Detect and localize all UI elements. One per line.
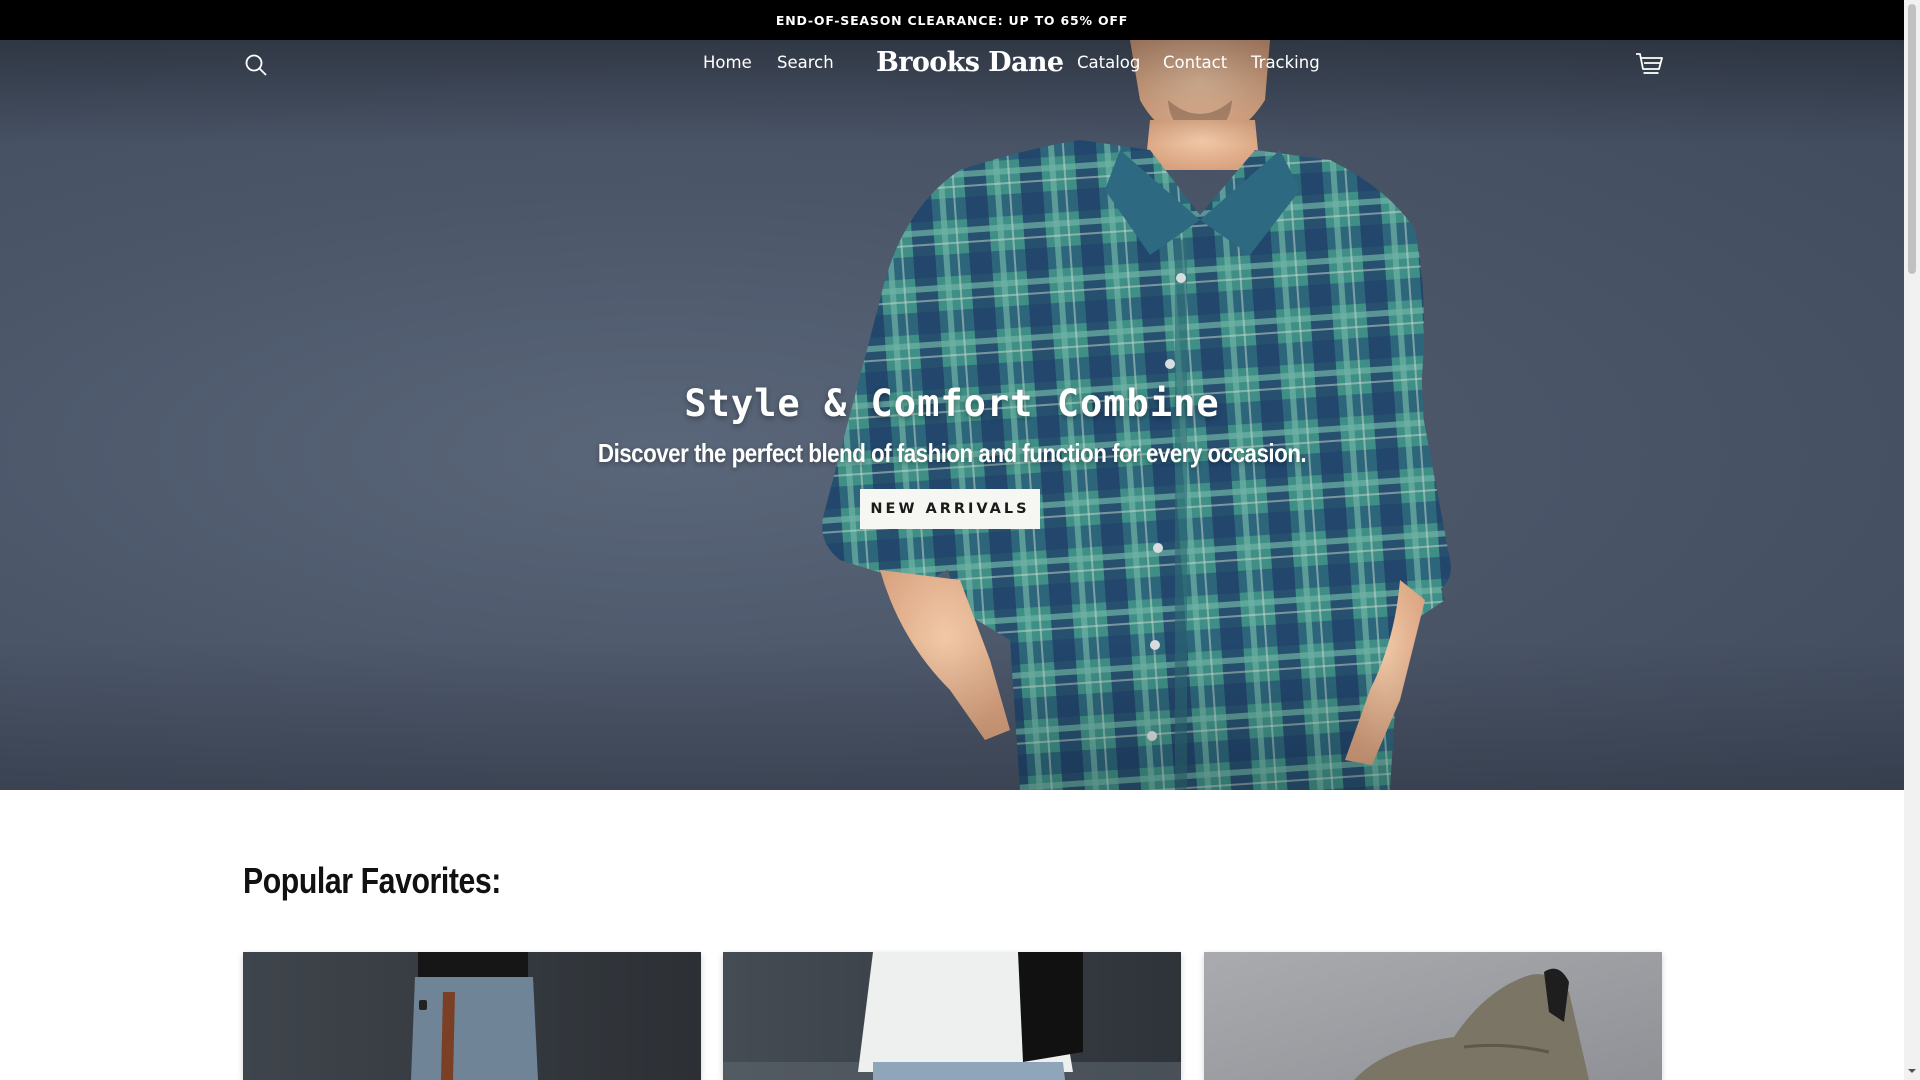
product-card-3[interactable] bbox=[1204, 952, 1662, 1080]
scroll-down-icon[interactable] bbox=[1907, 1066, 1917, 1076]
site-header: Home Search Brooks Dane Catalog Contact … bbox=[0, 40, 1904, 90]
section-title: Popular Favorites: bbox=[243, 860, 501, 901]
nav-tracking[interactable]: Tracking bbox=[1251, 53, 1320, 72]
hero-banner: Style & Comfort Combine Discover the per… bbox=[0, 40, 1904, 790]
search-icon[interactable] bbox=[240, 49, 272, 81]
product-image bbox=[723, 952, 1181, 1080]
product-card-2[interactable] bbox=[723, 952, 1181, 1080]
product-card-1[interactable] bbox=[243, 952, 701, 1080]
page-scrollbar[interactable] bbox=[1904, 0, 1920, 1080]
brand-logo[interactable]: Brooks Dane bbox=[876, 47, 1064, 78]
nav-contact[interactable]: Contact bbox=[1163, 53, 1227, 72]
nav-catalog[interactable]: Catalog bbox=[1077, 53, 1140, 72]
nav-search[interactable]: Search bbox=[777, 53, 834, 72]
product-image bbox=[243, 952, 701, 1080]
cart-icon[interactable] bbox=[1633, 49, 1665, 81]
nav-home[interactable]: Home bbox=[703, 53, 752, 72]
product-image bbox=[1204, 952, 1662, 1080]
hero-title: Style & Comfort Combine bbox=[684, 382, 1220, 425]
hero-subtitle: Discover the perfect blend of fashion an… bbox=[597, 438, 1307, 468]
announcement-bar: END-OF-SEASON CLEARANCE: UP TO 65% OFF bbox=[0, 0, 1904, 40]
new-arrivals-button[interactable]: NEW ARRIVALS bbox=[860, 489, 1040, 529]
scrollbar-thumb[interactable] bbox=[1908, 4, 1916, 274]
announcement-text: END-OF-SEASON CLEARANCE: UP TO 65% OFF bbox=[775, 12, 1129, 28]
